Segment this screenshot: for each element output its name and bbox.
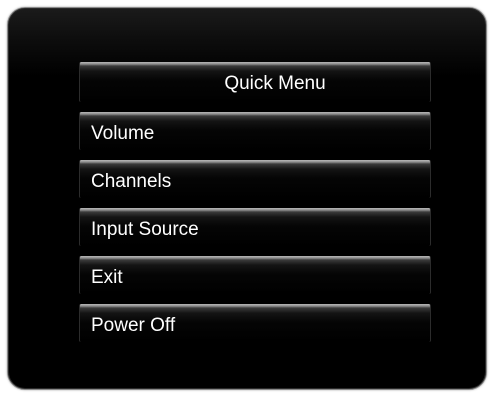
menu-item-label: Channels [91, 171, 172, 192]
menu-item-channels[interactable]: Channels [79, 160, 431, 198]
menu-item-exit[interactable]: Exit [79, 256, 431, 294]
menu-item-power-off[interactable]: Power Off [79, 304, 431, 342]
quick-menu: Quick Menu Volume Channels Input Source … [79, 62, 431, 342]
menu-item-input-source[interactable]: Input Source [79, 208, 431, 246]
menu-item-label: Exit [91, 267, 123, 288]
tv-screen: Quick Menu Volume Channels Input Source … [7, 7, 487, 390]
quick-menu-title: Quick Menu [79, 62, 431, 102]
menu-item-volume[interactable]: Volume [79, 112, 431, 150]
quick-menu-title-label: Quick Menu [224, 73, 326, 94]
menu-item-label: Input Source [91, 219, 199, 240]
menu-item-label: Power Off [91, 315, 176, 336]
menu-item-label: Volume [91, 123, 155, 144]
